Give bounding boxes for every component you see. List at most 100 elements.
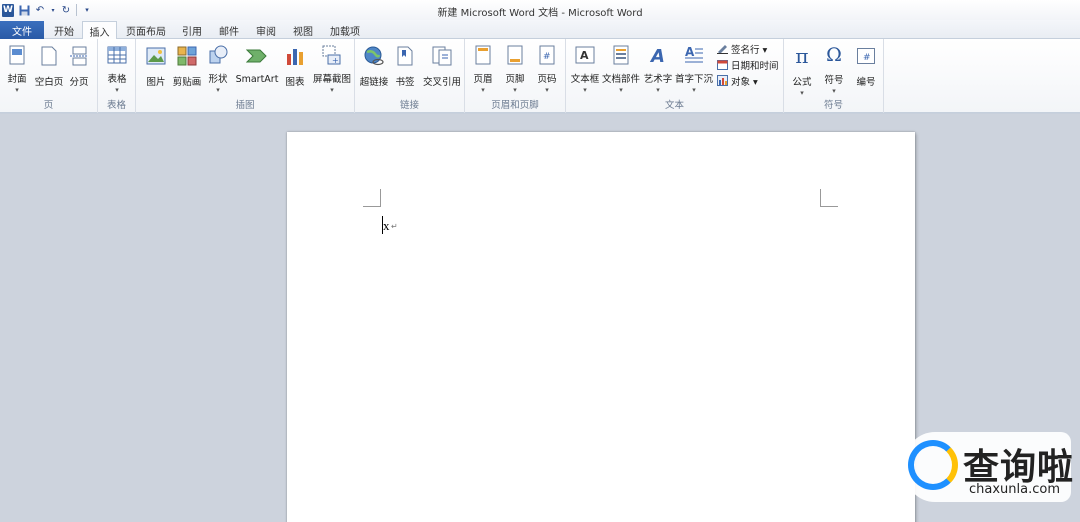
page-number-icon: #: [536, 44, 558, 65]
chevron-down-icon: ▾: [115, 86, 119, 94]
drop-cap-icon: A: [683, 44, 705, 65]
text-box-label: 文本框: [570, 74, 600, 85]
signature-line-button[interactable]: 签名行 ▾: [717, 41, 767, 56]
blank-page-button[interactable]: 空白页: [32, 42, 66, 94]
header-button[interactable]: 页眉 ▾: [466, 42, 500, 94]
chevron-down-icon: ▾: [216, 86, 220, 94]
table-button[interactable]: 表格 ▾: [100, 42, 134, 94]
cross-reference-button[interactable]: 交叉引用: [422, 42, 462, 94]
tab-page-layout[interactable]: 页面布局: [120, 21, 172, 39]
svg-text:#: #: [543, 52, 551, 62]
drop-cap-button[interactable]: A 首字下沉 ▾: [675, 42, 714, 94]
footer-icon: [504, 44, 526, 65]
chevron-down-icon: ▾: [692, 86, 696, 94]
calendar-icon: [717, 59, 728, 70]
chevron-down-icon: ▾: [513, 86, 517, 94]
svg-text:+: +: [332, 56, 339, 65]
chart-label: 图表: [285, 77, 305, 88]
chart-icon: [284, 44, 306, 68]
cover-page-button[interactable]: 封面 ▾: [0, 42, 34, 94]
smartart-label: SmartArt: [235, 74, 279, 85]
chevron-down-icon: ▾: [656, 86, 660, 94]
window-title: 新建 Microsoft Word 文档 - Microsoft Word: [437, 8, 643, 19]
chart-button[interactable]: 图表: [278, 42, 312, 94]
clip-art-icon: [176, 44, 198, 68]
picture-label: 图片: [146, 77, 166, 88]
equation-label: 公式: [792, 77, 812, 88]
symbol-button[interactable]: Ω 符号 ▾: [817, 42, 851, 95]
object-button[interactable]: 对象 ▾: [717, 73, 758, 88]
quick-parts-label: 文档部件: [602, 74, 641, 85]
number-button[interactable]: # 编号: [849, 42, 883, 94]
document-page[interactable]: x ↵: [287, 132, 915, 522]
tab-review[interactable]: 审阅: [249, 21, 283, 39]
picture-icon: [145, 44, 167, 68]
wordart-label: 艺术字: [643, 74, 673, 85]
wordart-button[interactable]: A 艺术字 ▾: [641, 42, 675, 94]
ribbon-tabs: 文件 开始 插入 页面布局 引用 邮件 审阅 视图 加载项: [0, 20, 1080, 40]
tab-addins[interactable]: 加载项: [324, 21, 366, 39]
table-label: 表格: [107, 74, 127, 85]
blank-page-icon: [38, 44, 60, 68]
page-number-button[interactable]: # 页码 ▾: [530, 42, 564, 94]
margin-corner-top-left: [363, 189, 381, 207]
tab-home[interactable]: 开始: [46, 21, 82, 39]
chevron-down-icon: ▾: [481, 86, 485, 94]
group-label-tables: 表格: [106, 100, 126, 111]
footer-button[interactable]: 页脚 ▾: [498, 42, 532, 94]
page-break-button[interactable]: 分页: [62, 42, 96, 94]
screenshot-label: 屏幕截图: [312, 74, 351, 85]
picture-button[interactable]: 图片: [139, 42, 173, 94]
svg-text:#: #: [863, 53, 871, 63]
footer-label: 页脚: [505, 74, 525, 85]
table-icon: [106, 44, 128, 65]
group-symbols: π 公式 ▾ Ω 符号 ▾ # 编号 符号: [784, 39, 884, 113]
ribbon: 封面 ▾ 空白页 分页 页 表格 ▾ 表格 图片 剪贴画 形状 ▾ SmartA…: [0, 39, 1080, 113]
text-box-icon: A: [574, 44, 596, 65]
cross-reference-icon: [431, 44, 453, 68]
smartart-button[interactable]: SmartArt: [235, 42, 279, 94]
screenshot-button[interactable]: + 屏幕截图 ▾: [312, 42, 352, 94]
document-text[interactable]: x: [383, 218, 390, 234]
clip-art-label: 剪贴画: [172, 77, 202, 88]
svg-text:A: A: [649, 46, 665, 65]
shapes-button[interactable]: 形状 ▾: [201, 42, 235, 94]
bookmark-icon: [394, 44, 416, 68]
smartart-icon: [246, 44, 268, 68]
tab-view[interactable]: 视图: [286, 21, 320, 39]
page-break-icon: [68, 44, 90, 68]
tab-file[interactable]: 文件: [0, 21, 44, 39]
tab-references[interactable]: 引用: [175, 21, 209, 39]
chevron-down-icon: ▾: [583, 86, 587, 94]
signature-line-label: 签名行 ▾: [731, 44, 768, 56]
shapes-label: 形状: [208, 74, 228, 85]
group-label-text: 文本: [664, 100, 684, 111]
text-box-button[interactable]: A 文本框 ▾: [568, 42, 602, 94]
signature-line-icon: [717, 43, 728, 54]
svg-text:A: A: [580, 49, 589, 62]
date-time-button[interactable]: 日期和时间: [717, 57, 779, 72]
group-label-links: 链接: [399, 100, 419, 111]
hyperlink-button[interactable]: 超链接: [357, 42, 391, 94]
watermark: 查询啦 chaxunla.com: [905, 432, 1073, 502]
cover-page-icon: [6, 44, 28, 65]
group-label-illustrations: 插图: [235, 100, 255, 111]
quick-parts-button[interactable]: 文档部件 ▾: [602, 42, 641, 94]
equation-button[interactable]: π 公式 ▾: [785, 42, 819, 97]
header-label: 页眉: [473, 74, 493, 85]
omega-icon: Ω: [826, 44, 842, 66]
shapes-icon: [207, 44, 229, 65]
cross-reference-label: 交叉引用: [422, 77, 461, 88]
page-number-label: 页码: [537, 74, 557, 85]
paragraph-mark: ↵: [391, 222, 398, 231]
group-label-symbols: 符号: [823, 100, 843, 111]
clip-art-button[interactable]: 剪贴画: [170, 42, 204, 94]
header-icon: [472, 44, 494, 65]
object-icon: [717, 75, 728, 86]
drop-cap-label: 首字下沉: [675, 74, 714, 85]
bookmark-button[interactable]: 书签: [388, 42, 422, 94]
group-pages: 封面 ▾ 空白页 分页 页: [0, 39, 98, 113]
number-icon: #: [855, 44, 877, 68]
tab-insert[interactable]: 插入: [82, 21, 117, 40]
tab-mailings[interactable]: 邮件: [212, 21, 246, 39]
